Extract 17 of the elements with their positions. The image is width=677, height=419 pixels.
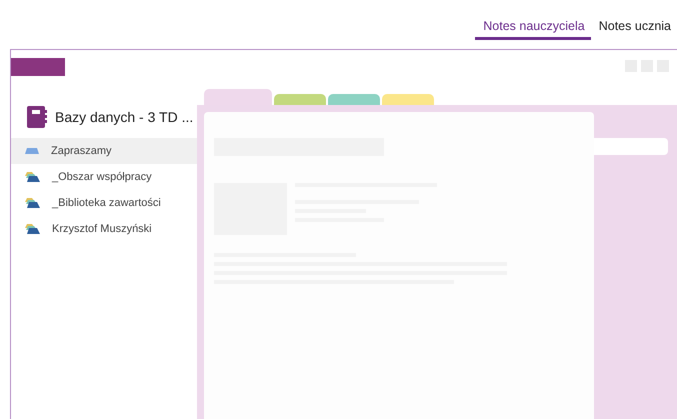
section-group-icon — [25, 224, 40, 234]
section-item[interactable]: _Biblioteka zawartości — [11, 190, 197, 216]
section-item[interactable]: Krzysztof Muszyński — [11, 216, 197, 242]
section-tab[interactable] — [328, 94, 380, 105]
section-group-icon — [25, 172, 40, 182]
app-bar — [11, 58, 65, 76]
section-tab[interactable] — [274, 94, 326, 105]
notebook-tab[interactable]: Notes ucznia — [590, 8, 677, 40]
section-group-icon — [25, 198, 40, 208]
section-item[interactable]: _Obszar współpracy — [11, 164, 197, 190]
section-item[interactable]: Zapraszamy — [11, 138, 197, 164]
section-tab[interactable] — [382, 94, 434, 105]
section-tab[interactable] — [204, 89, 272, 105]
notebook-title: Bazy danych - 3 TD ... — [55, 109, 194, 125]
section-icon — [25, 148, 39, 154]
notebook-icon — [27, 106, 47, 128]
notebook-tab[interactable]: Notes nauczyciela — [475, 8, 591, 40]
